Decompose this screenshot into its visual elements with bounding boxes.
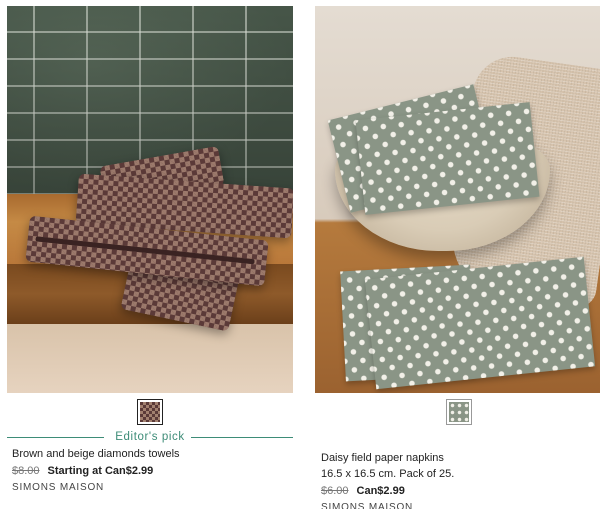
napkin [364,256,596,390]
color-swatch-row [7,399,293,431]
product-info: Brown and beige diamonds towels $8.00 Sta… [7,446,293,496]
brand-name: SIMONS MAISON [12,482,105,493]
color-swatch-sage[interactable] [446,399,472,425]
product-card-napkins[interactable]: Daisy field paper napkins 16.5 x 16.5 cm… [315,6,600,509]
swatch-pattern [140,402,160,422]
divider-line [191,437,293,438]
price-row: $8.00 Starting at Can$2.99 [12,463,293,479]
napkin [355,102,540,215]
original-price: $6.00 [321,485,349,497]
editors-pick-label: Editor's pick [115,431,185,443]
swatch-pattern [449,402,469,422]
product-name-link[interactable]: Brown and beige diamonds towels [12,446,293,462]
beige-wall [7,324,293,393]
product-card-towels[interactable]: Editor's pick Brown and beige diamonds t… [7,6,293,496]
towel-stripe [35,236,255,265]
product-name-link[interactable]: Daisy field paper napkins [321,450,600,466]
original-price: $8.00 [12,465,40,477]
divider-line [7,437,104,438]
product-description: 16.5 x 16.5 cm. Pack of 25. [321,468,455,480]
brand-name: SIMONS MAISON [321,502,414,509]
sale-price: Can$2.99 [356,485,405,497]
product-info: Daisy field paper napkins 16.5 x 16.5 cm… [315,450,600,509]
editors-pick-badge: Editor's pick [7,429,293,445]
sale-price: Starting at Can$2.99 [47,465,154,477]
color-swatch-row [315,399,600,431]
product-image-towels[interactable] [7,6,293,393]
color-swatch-brown[interactable] [137,399,163,425]
product-image-napkins[interactable] [315,6,600,393]
price-row: $6.00 Can$2.99 [321,483,600,499]
